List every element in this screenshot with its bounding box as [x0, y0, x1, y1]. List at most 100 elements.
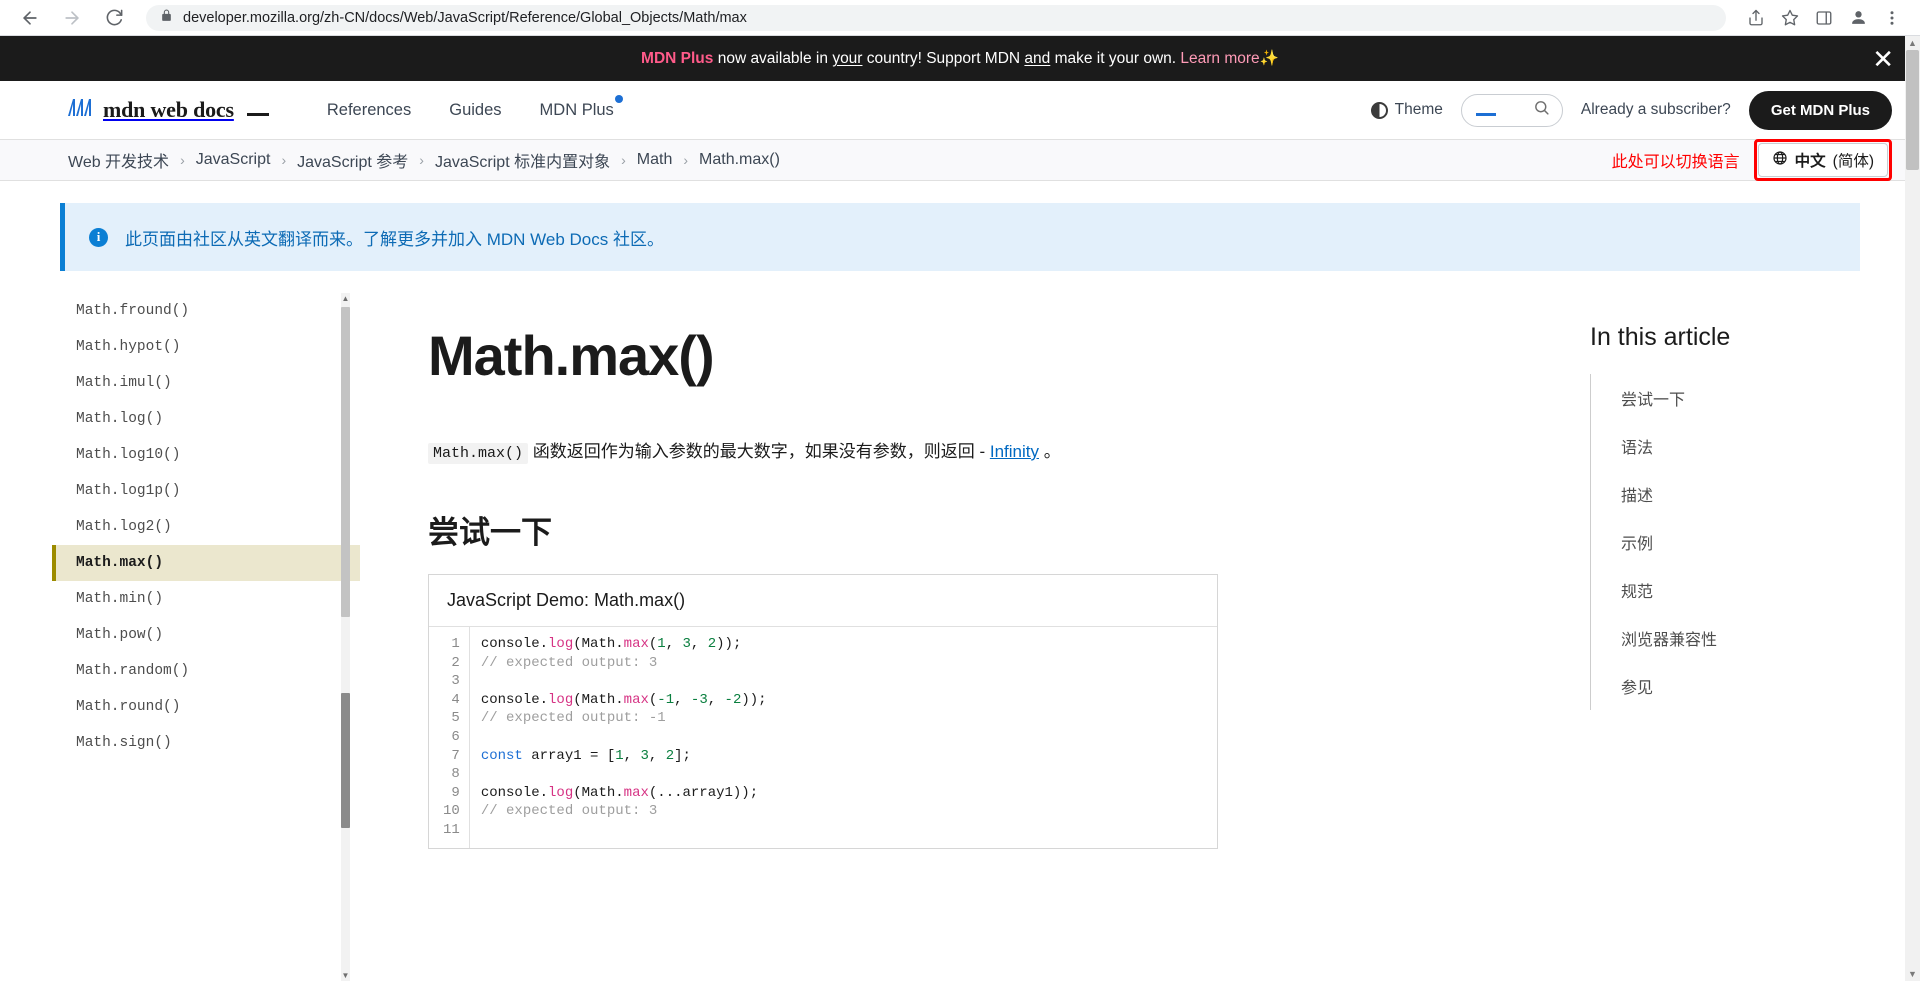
sidebar-scrollbar-thumb[interactable]: [341, 307, 350, 617]
theme-switcher[interactable]: Theme: [1370, 101, 1443, 119]
infinity-link[interactable]: Infinity: [990, 442, 1039, 461]
sidebar-item-math-max[interactable]: Math.max(): [52, 545, 360, 581]
sidebar-scrollbar[interactable]: ▲ ▼: [341, 293, 350, 981]
toc-item-6[interactable]: 参见: [1591, 662, 1860, 710]
address-bar-url: developer.mozilla.org/zh-CN/docs/Web/Jav…: [183, 9, 747, 26]
nav-item-references[interactable]: References: [327, 101, 411, 120]
breadcrumb-separator-3: ›: [621, 152, 626, 168]
breadcrumb-separator-2: ›: [419, 152, 424, 168]
code-token: ,: [690, 635, 708, 652]
sidebar-item-math-round[interactable]: Math.round(): [52, 689, 360, 725]
page-scroll-down-arrow[interactable]: ▼: [1905, 967, 1920, 981]
sidebar-item-math-pow[interactable]: Math.pow(): [52, 617, 360, 653]
search-input[interactable]: [1460, 93, 1563, 127]
browser-back-button[interactable]: [14, 2, 46, 34]
toc-title: In this article: [1590, 323, 1731, 351]
language-switch-hint: 此处可以切换语言: [1611, 154, 1740, 171]
new-badge-dot-icon: [614, 94, 623, 103]
code-content[interactable]: console.log(Math.max(1, 3, 2));// expect…: [470, 627, 767, 848]
code-token: log: [548, 635, 574, 652]
lock-icon: [160, 9, 173, 27]
toc-item-3[interactable]: 示例: [1591, 518, 1860, 566]
breadcrumb-item-0[interactable]: Web 开发技术: [68, 148, 169, 172]
toc-item-0[interactable]: 尝试一下: [1591, 374, 1860, 422]
get-mdn-plus-button[interactable]: Get MDN Plus: [1748, 90, 1892, 130]
code-line: console.log(Math.max(...array1));: [481, 784, 767, 803]
code-token: max: [623, 635, 649, 652]
code-line-number: 6: [451, 728, 460, 745]
kebab-menu-icon[interactable]: [1878, 4, 1906, 32]
sidebar-item-math-sign[interactable]: Math.sign(): [52, 725, 360, 761]
intro-text-before: 函数返回作为输入参数的最大数字，如果没有参数，则返回 -: [528, 442, 990, 461]
toc-item-1[interactable]: 语法: [1591, 422, 1860, 470]
info-icon: i: [89, 227, 108, 247]
code-line-number: 4: [451, 691, 460, 708]
code-token: 2: [707, 635, 717, 652]
code-token: log: [548, 691, 574, 708]
nav-item-guides[interactable]: Guides: [449, 101, 501, 120]
code-token: console.: [480, 635, 549, 652]
code-token: // expected output: -1: [480, 710, 666, 727]
sidebar-item-math-fround[interactable]: Math.fround(): [52, 293, 360, 329]
browser-forward-button[interactable]: [56, 2, 88, 34]
profile-icon[interactable]: [1844, 4, 1872, 32]
subscriber-prompt[interactable]: Already a subscriber?: [1581, 101, 1731, 119]
code-line: const array1 = [1, 3, 2];: [481, 747, 767, 766]
breadcrumb-item-4[interactable]: Math: [637, 151, 673, 169]
sidebar-item-math-hypot[interactable]: Math.hypot(): [52, 329, 360, 365]
browser-reload-button[interactable]: [98, 2, 130, 34]
code-token: // expected output: 3: [480, 654, 658, 671]
sidebar-item-math-log10[interactable]: Math.log10(): [52, 437, 360, 473]
page-scroll-up-arrow[interactable]: ▲: [1905, 36, 1920, 50]
sidebar-item-math-imul[interactable]: Math.imul(): [52, 365, 360, 401]
sidebar-item-math-log[interactable]: Math.log(): [52, 401, 360, 437]
language-switcher-button[interactable]: 中文 (简体): [1757, 143, 1888, 177]
code-token: max: [623, 691, 649, 708]
address-bar[interactable]: developer.mozilla.org/zh-CN/docs/Web/Jav…: [146, 4, 1726, 31]
code-token: ,: [623, 747, 641, 764]
browser-toolbar: developer.mozilla.org/zh-CN/docs/Web/Jav…: [0, 0, 1920, 36]
code-line-numbers: 1 2 3 4 5 6 7 8 9 10 11: [429, 626, 470, 848]
sidebar-item-math-random[interactable]: Math.random(): [52, 653, 360, 689]
toc-item-2[interactable]: 描述: [1591, 470, 1860, 518]
site-header: mdn web docs References Guides MDN Plus …: [0, 81, 1920, 139]
toc-item-4[interactable]: 规范: [1591, 566, 1860, 614]
promo-close-button[interactable]: ✕: [1872, 46, 1894, 72]
search-icon: [1533, 99, 1550, 121]
breadcrumb-item-3[interactable]: JavaScript 标准内置对象: [435, 148, 610, 172]
locale-notice-text[interactable]: 此页面由社区从英文翻译而来。了解更多并加入 MDN Web Docs 社区。: [125, 225, 664, 250]
code-editor[interactable]: 1 2 3 4 5 6 7 8 9 10 11 console.log(Math.max(1, 3,…: [429, 626, 1217, 848]
article-content: Math.max() Math.max() 函数返回作为输入参数的最大数字，如果…: [360, 293, 1590, 981]
sidebar-item-math-log1p[interactable]: Math.log1p(): [52, 473, 360, 509]
toc-item-5[interactable]: 浏览器兼容性: [1591, 614, 1860, 662]
nav-item-mdn-plus[interactable]: MDN Plus: [540, 94, 623, 120]
sidebar-scrollbar-thumb-secondary[interactable]: [341, 693, 350, 828]
breadcrumb-item-current: Math.max(): [699, 151, 780, 168]
sidebar-scroll-up-arrow[interactable]: ▲: [341, 293, 350, 304]
promo-brand: MDN Plus: [641, 50, 714, 67]
sidebar-item-math-min[interactable]: Math.min(): [52, 581, 360, 617]
breadcrumb-item-2[interactable]: JavaScript 参考: [297, 148, 408, 172]
code-token: console.: [480, 691, 549, 708]
search-caret: [1475, 113, 1496, 116]
code-token: (Math.: [573, 635, 624, 652]
code-token: -2: [724, 691, 742, 708]
breadcrumb-item-1[interactable]: JavaScript: [196, 151, 271, 169]
code-token: (...array1));: [648, 784, 759, 801]
star-icon[interactable]: [1776, 4, 1804, 32]
code-token: ));: [741, 691, 767, 708]
code-token: (Math.: [573, 691, 624, 708]
mdn-logo[interactable]: mdn web docs: [68, 97, 269, 123]
sidebar-scroll-down-arrow[interactable]: ▼: [341, 970, 350, 981]
side-panel-icon[interactable]: [1810, 4, 1838, 32]
page-scrollbar[interactable]: ▲ ▼: [1905, 36, 1920, 981]
code-line: // expected output: 3: [481, 654, 767, 673]
share-icon[interactable]: [1742, 4, 1770, 32]
code-line-number: 3: [451, 673, 460, 690]
page-scrollbar-thumb[interactable]: [1906, 50, 1919, 170]
sidebar-item-math-log2[interactable]: Math.log2(): [52, 509, 360, 545]
promo-sparkle-icon: ✨: [1259, 50, 1279, 67]
promo-learn-more-link[interactable]: Learn more: [1180, 50, 1259, 67]
demo-title: JavaScript Demo: Math.max(): [429, 575, 1217, 627]
code-line-number: 2: [451, 654, 460, 671]
